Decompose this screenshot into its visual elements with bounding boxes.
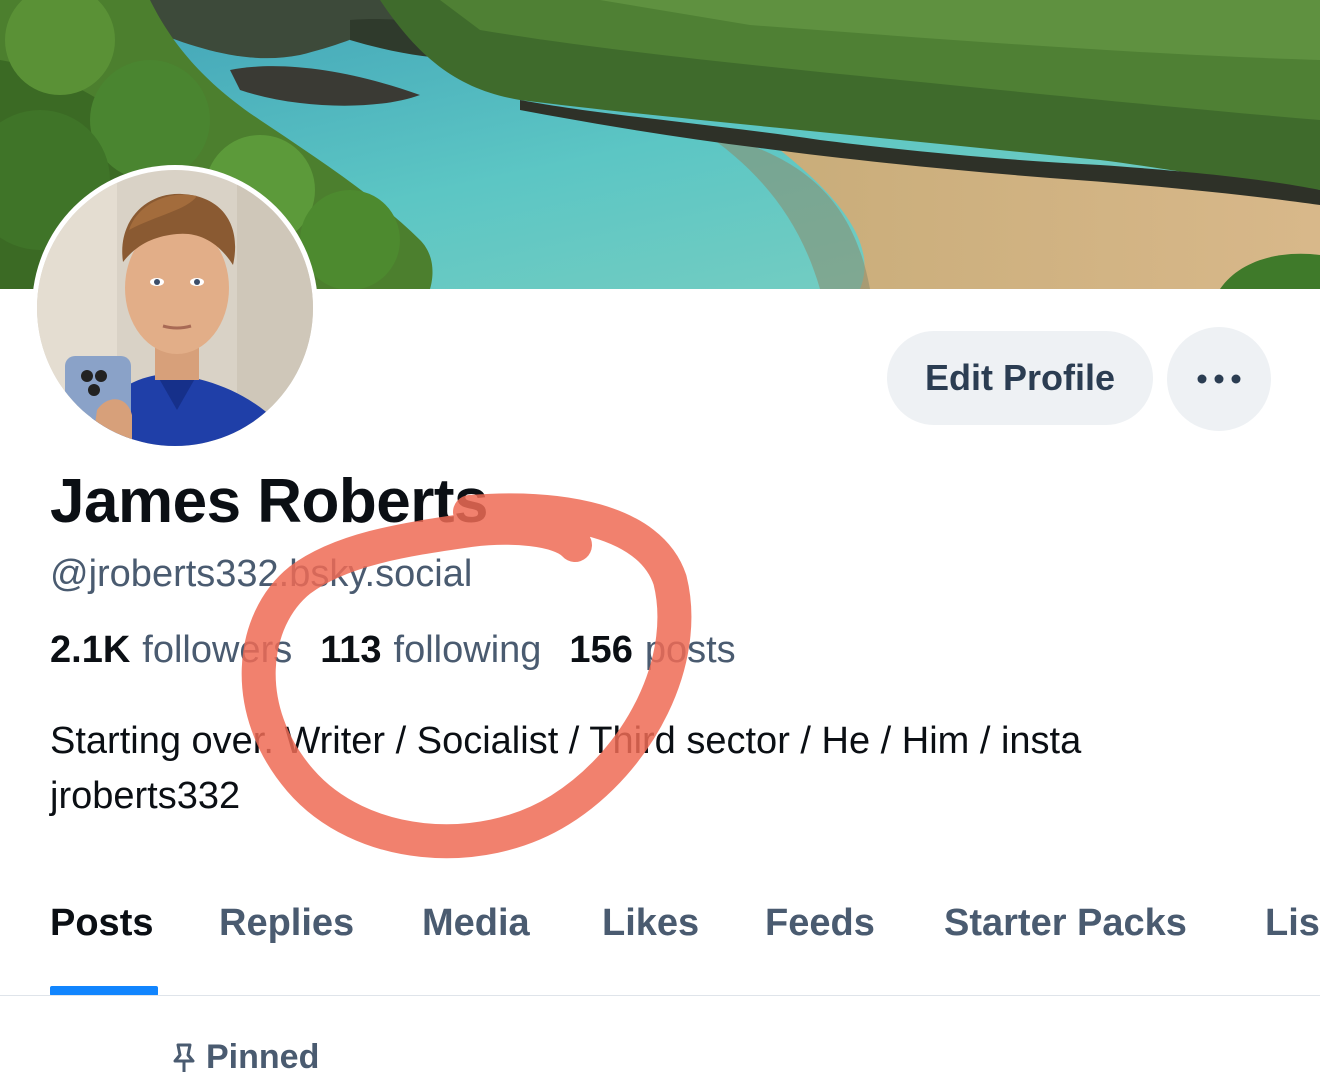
pinned-label: Pinned	[172, 1038, 319, 1077]
posts-count: 156	[569, 629, 633, 671]
following-count: 113	[320, 629, 382, 671]
tab-media[interactable]: Media	[422, 902, 530, 945]
posts-label: posts	[644, 629, 736, 671]
profile-bio: Starting over. Writer / Socialist / Thir…	[50, 720, 1082, 817]
tab-replies[interactable]: Replies	[219, 902, 354, 945]
tab-starter-packs[interactable]: Starter Packs	[944, 902, 1187, 945]
tabs-divider	[0, 995, 1320, 996]
following-label: following	[393, 629, 542, 671]
tab-feeds[interactable]: Feeds	[765, 902, 875, 945]
tab-likes[interactable]: Likes	[602, 902, 699, 945]
tab-lists[interactable]: Lists	[1265, 902, 1320, 945]
avatar-photo	[37, 170, 313, 446]
followers-count: 2.1K	[50, 629, 131, 671]
profile-tabs: Posts Replies Media Likes Feeds Starter …	[50, 902, 1320, 996]
display-name: James Roberts	[50, 467, 489, 536]
followers-label: followers	[142, 629, 293, 671]
pin-icon	[173, 1043, 195, 1072]
followers-link[interactable]: 2.1K followers	[50, 629, 292, 672]
posts-stat: 156 posts	[569, 629, 735, 672]
pinned-text: Pinned	[206, 1038, 320, 1076]
user-handle: @jroberts332.bsky.social	[50, 553, 473, 595]
edit-profile-button[interactable]: Edit Profile	[887, 331, 1153, 425]
more-options-button[interactable]	[1167, 327, 1271, 431]
following-link[interactable]: 113 following	[320, 629, 541, 672]
avatar[interactable]	[32, 165, 318, 451]
ellipsis-icon	[1197, 374, 1241, 384]
profile-stats: 2.1K followers 113 following 156 posts	[50, 629, 736, 672]
tab-posts[interactable]: Posts	[50, 902, 153, 945]
